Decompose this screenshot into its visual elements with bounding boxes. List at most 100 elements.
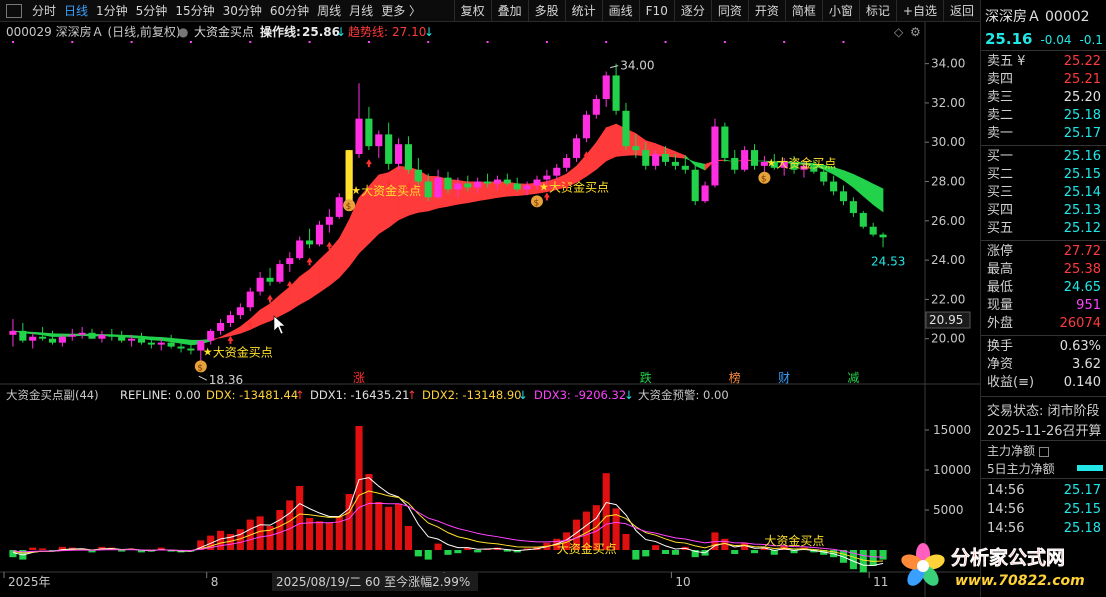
candle xyxy=(276,260,284,284)
star-icon: ★ xyxy=(203,345,213,358)
candle-body xyxy=(671,161,679,166)
period-tab-0[interactable]: 分时 xyxy=(28,0,60,22)
tool-button-10[interactable]: 小窗 xyxy=(821,0,859,22)
period-tab-8[interactable]: 月线 xyxy=(345,0,377,22)
signal-dot xyxy=(723,41,726,43)
candle xyxy=(741,146,749,172)
window-icon[interactable] xyxy=(6,3,22,18)
candle-body xyxy=(256,277,264,292)
candle xyxy=(355,83,363,158)
ribbon-segment xyxy=(319,249,330,293)
volume-bar xyxy=(869,550,877,566)
logo-title: 分析家公式网 xyxy=(951,546,1065,569)
volume-bar xyxy=(859,550,867,573)
last-price: 25.16 xyxy=(985,30,1033,48)
period-tab-3[interactable]: 5分钟 xyxy=(132,0,172,22)
candle xyxy=(335,193,343,219)
candle-body xyxy=(108,334,116,337)
low-pointer xyxy=(198,375,208,381)
ddx-line-2 xyxy=(12,502,884,558)
candle xyxy=(68,328,76,341)
stat-row-4-value: 26074 xyxy=(1059,316,1101,331)
ribbon-segment xyxy=(596,126,607,170)
buy-point-label: 大资金买点 xyxy=(213,344,273,359)
volume-bar xyxy=(671,550,679,555)
ribbon-segment xyxy=(160,337,172,343)
settings-icon[interactable]: ⚙ xyxy=(910,25,921,39)
stat-row-4-label: 外盘 xyxy=(987,316,1014,331)
tick-row-0-label: 14:56 xyxy=(987,483,1025,498)
panel-toggle-icon[interactable] xyxy=(1039,446,1050,457)
period-tab-9[interactable]: 更多 〉 xyxy=(377,0,425,22)
menu-dot-icon[interactable]: ● xyxy=(178,25,188,39)
event-tag-2[interactable]: 榜 xyxy=(729,370,741,385)
period-tab-1[interactable]: 日线 xyxy=(60,0,92,22)
bid-row-2: 买二 25.15 xyxy=(981,166,1106,184)
indicator-name: 大资金买点 xyxy=(194,24,254,39)
price-marker: 20.95 xyxy=(925,311,971,329)
ribbon-segment xyxy=(151,336,162,341)
date-tooltip: 2025/08/19/二 60 至今涨幅2.99% xyxy=(276,574,470,589)
candle xyxy=(691,165,699,206)
event-tag-0[interactable]: 涨 xyxy=(353,370,365,385)
tool-button-2[interactable]: 多股 xyxy=(527,0,565,22)
volume-bar xyxy=(404,526,413,550)
period-tab-5[interactable]: 30分钟 xyxy=(219,0,266,22)
candle xyxy=(137,332,146,345)
tool-button-8[interactable]: 开资 xyxy=(747,0,785,22)
period-tabs: 分时 日线 1分钟 5分钟 15分钟 30分钟 60分钟 周线 月线 更多 〉 xyxy=(28,0,425,22)
tool-button-5[interactable]: F10 xyxy=(638,0,674,22)
period-tab-7[interactable]: 周线 xyxy=(313,0,345,22)
tool-button-11[interactable]: 标记 xyxy=(858,0,896,22)
tool-button-1[interactable]: 叠加 xyxy=(490,0,528,22)
candle-body xyxy=(612,75,620,111)
tool-button-7[interactable]: 同资 xyxy=(710,0,748,22)
meeting-notice[interactable]: 2025-11-26召开算 xyxy=(987,420,1105,439)
ribbon-segment xyxy=(605,123,617,162)
candle xyxy=(98,330,106,343)
candle-body xyxy=(454,183,462,190)
ask-row-2-value: 25.18 xyxy=(1063,108,1101,123)
event-tag-1[interactable]: 跌 xyxy=(640,370,652,385)
candle-body xyxy=(365,118,373,147)
tool-button-6[interactable]: 逐分 xyxy=(673,0,711,22)
ribbon-segment xyxy=(862,178,874,206)
op-line-arrow: ↓ xyxy=(336,25,346,39)
tool-button-0[interactable]: 复权 xyxy=(453,0,491,22)
event-tag-3[interactable]: 财 xyxy=(778,371,790,385)
candle xyxy=(395,138,403,170)
ribbon-segment xyxy=(249,309,261,330)
period-tab-2[interactable]: 1分钟 xyxy=(92,0,132,22)
ribbon-segment xyxy=(42,332,53,337)
tool-button-12[interactable]: +自选 xyxy=(895,0,943,22)
period-tab-6[interactable]: 60分钟 xyxy=(266,0,313,22)
tool-button-4[interactable]: 画线 xyxy=(601,0,639,22)
ribbon-segment xyxy=(180,338,192,346)
candle-body xyxy=(681,165,689,170)
event-tag-4[interactable]: 减 xyxy=(847,371,859,385)
warn-value: 大资金预警: 0.00 xyxy=(638,388,729,402)
candle xyxy=(681,157,689,174)
price-axis: 34.00 32.00 30.00 28.00 26.00 24.00 22.00 20.00… xyxy=(925,57,971,346)
candle-body xyxy=(68,334,76,337)
price-axis-label: 24.00 xyxy=(931,253,965,267)
candle-body xyxy=(563,157,571,168)
candle-body xyxy=(236,307,244,316)
stat-row-2-label: 最低 xyxy=(987,280,1014,295)
tick-row-0-value: 25.17 xyxy=(1063,483,1101,498)
up-arrow-icon xyxy=(227,335,234,344)
chart-area[interactable]: 000029 深深房Ａ (日线,前复权) ● 大资金买点 操作线: 25.86 … xyxy=(0,22,980,597)
diamond-icon[interactable]: ◇ xyxy=(894,25,904,39)
volume-bar xyxy=(632,550,640,560)
op-line-value: 25.86 xyxy=(302,25,340,39)
ribbon-segment xyxy=(853,173,864,197)
money-bag-icon: $ xyxy=(530,195,543,208)
tool-button-3[interactable]: 统计 xyxy=(564,0,602,22)
signal-dot xyxy=(486,41,489,43)
tool-button-9[interactable]: 简框 xyxy=(784,0,822,22)
price-axis-label: 34.00 xyxy=(931,57,965,71)
period-tab-4[interactable]: 15分钟 xyxy=(171,0,218,22)
volume-bar xyxy=(325,522,333,550)
fund-flow-title[interactable]: 主力净额 xyxy=(987,442,1050,459)
tool-button-13[interactable]: 返回 xyxy=(942,0,980,22)
